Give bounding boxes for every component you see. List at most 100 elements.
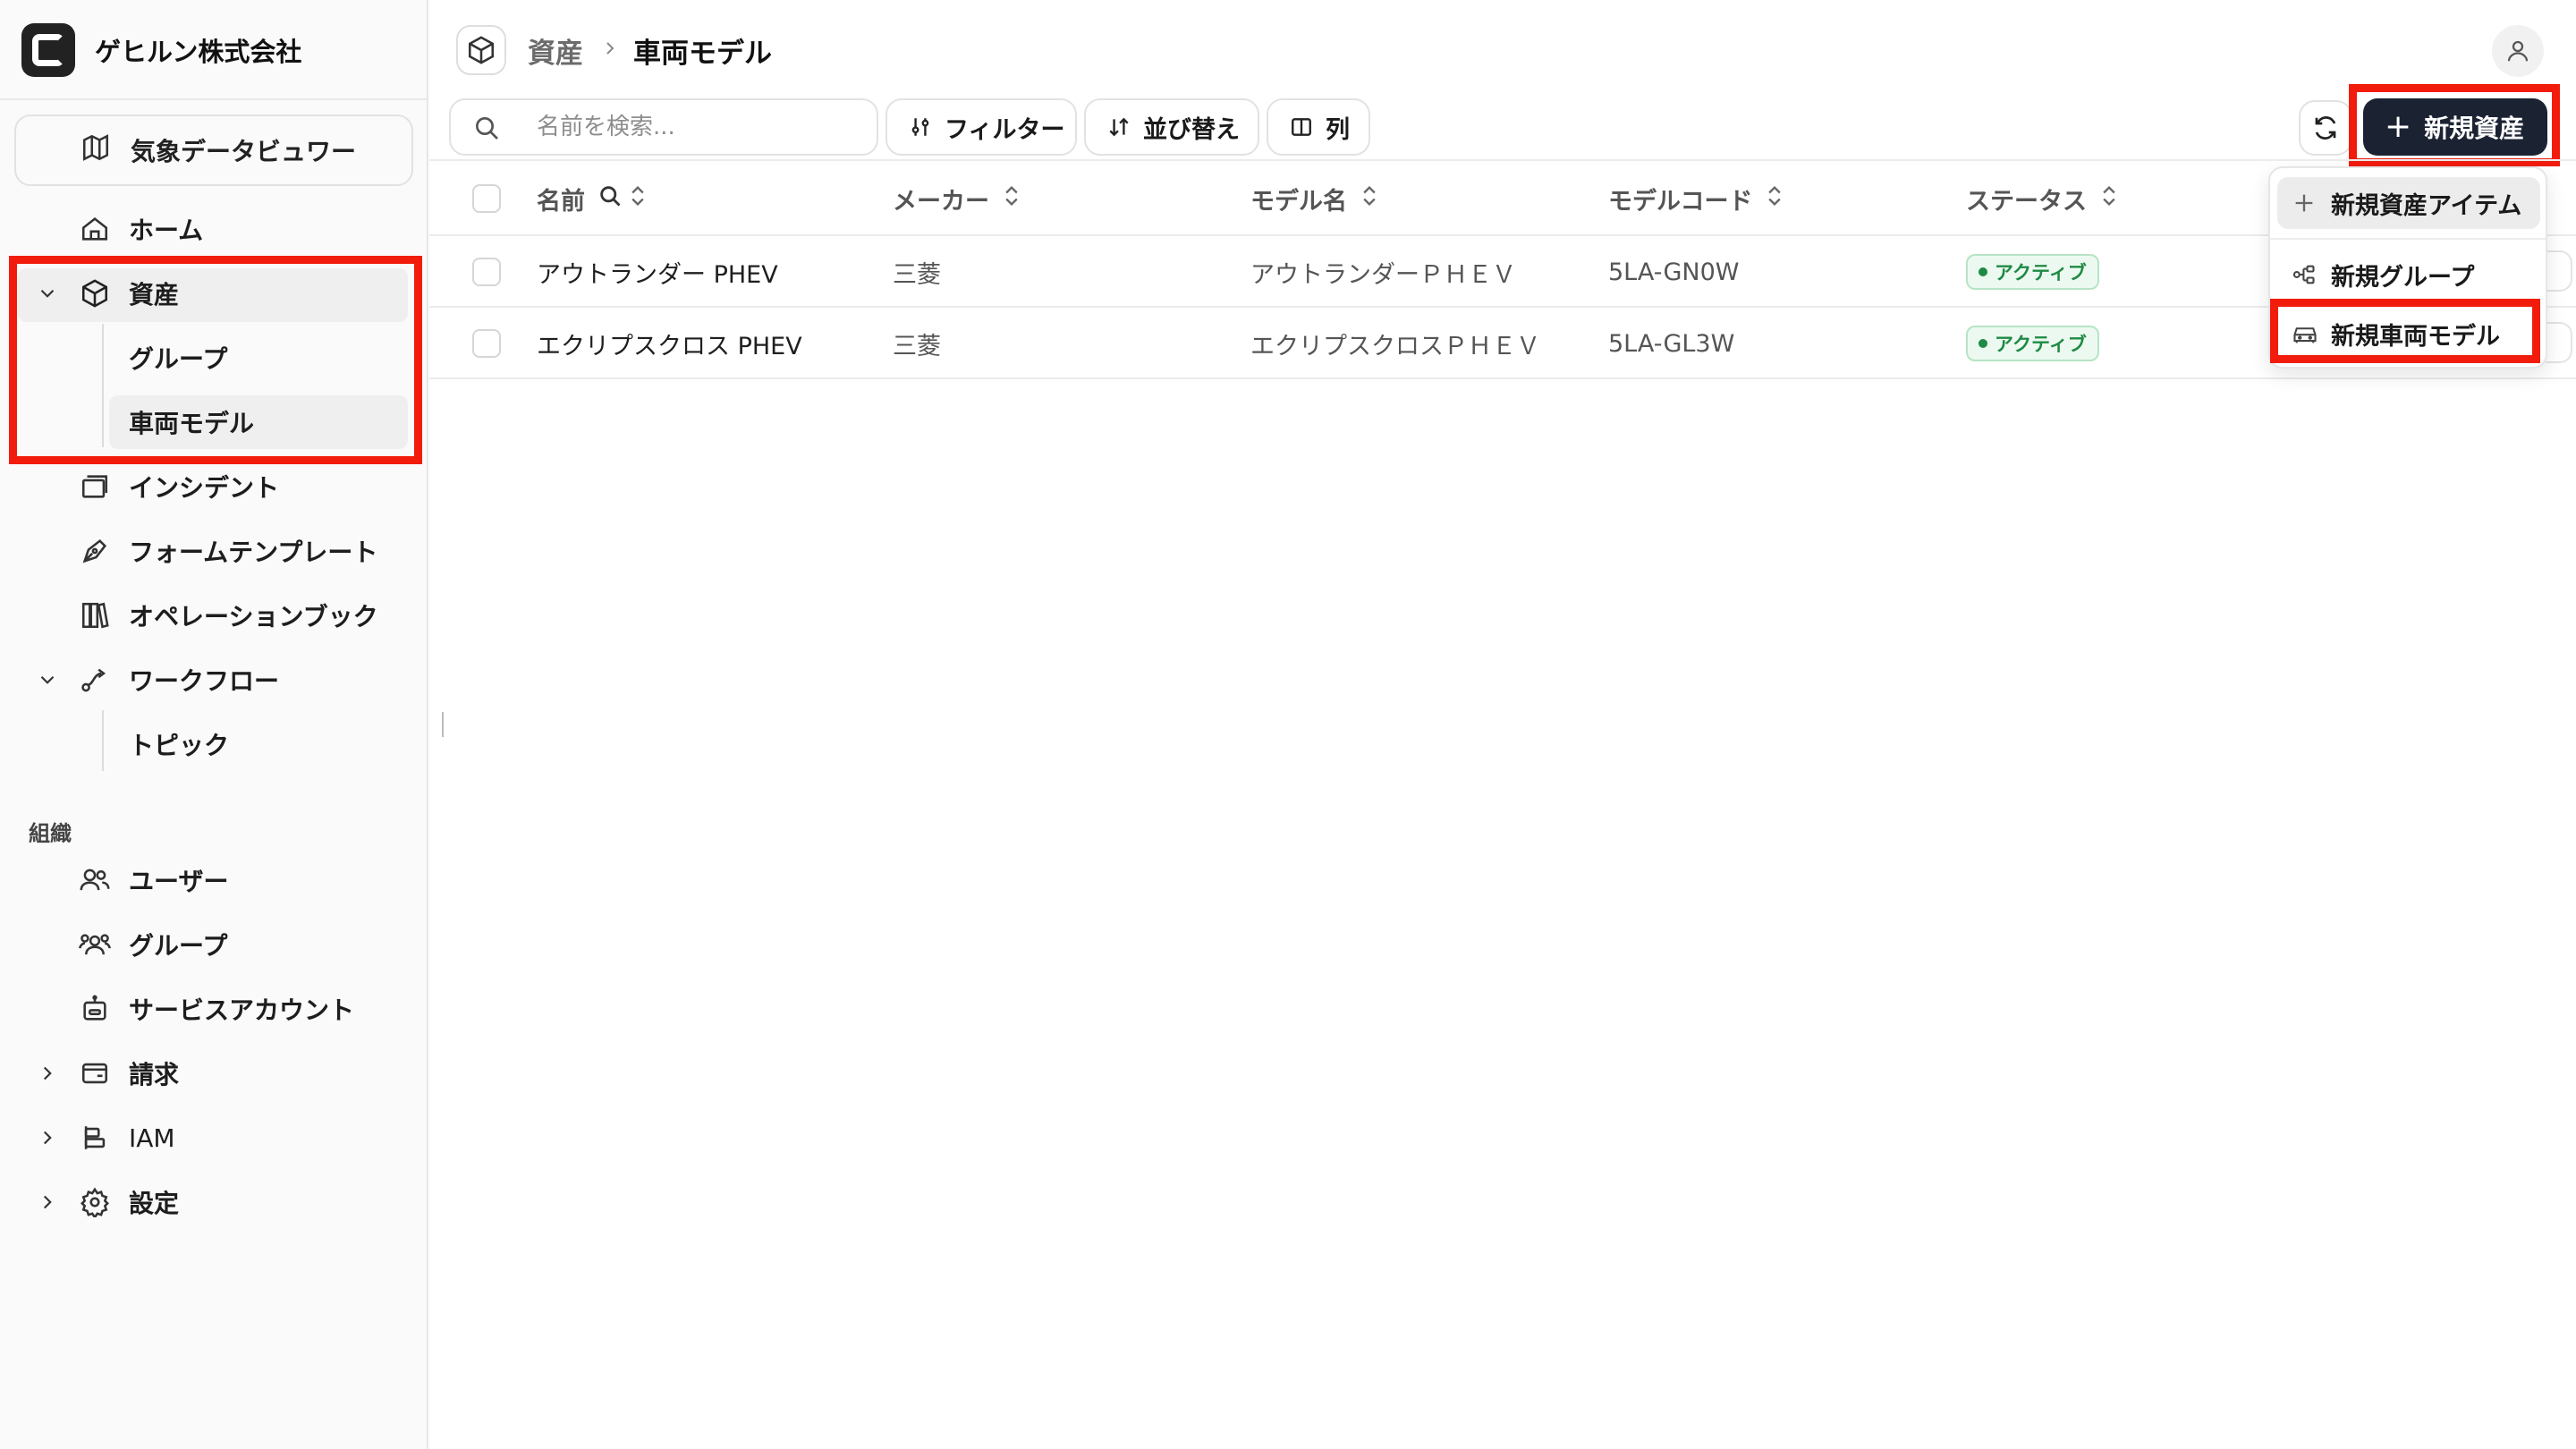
divider xyxy=(0,98,428,100)
gear-icon xyxy=(79,1186,111,1218)
org-logo-icon xyxy=(21,23,75,77)
sidebar-item-label: 設定 xyxy=(129,1189,180,1218)
weather-viewer-button[interactable]: 気象データビュワー xyxy=(14,114,413,186)
org-name: ゲヒルン株式会社 xyxy=(95,37,302,67)
sort-toggle-icon[interactable] xyxy=(1360,183,1379,215)
sidebar-item-groups[interactable]: グループ xyxy=(0,331,428,385)
chevron-right-icon[interactable] xyxy=(34,1189,61,1216)
cube-icon xyxy=(79,277,111,309)
sidebar-item-form-templates[interactable]: フォームテンプレート xyxy=(0,524,428,578)
refresh-icon xyxy=(2315,116,2336,140)
plus-icon xyxy=(2292,191,2317,216)
text-cursor xyxy=(442,712,444,737)
sidebar-item-label: オペレーションブック xyxy=(129,602,378,631)
user-icon xyxy=(2507,40,2529,62)
sort-toggle-icon[interactable] xyxy=(2099,183,2119,215)
sidebar-item-users[interactable]: ユーザー xyxy=(0,853,428,907)
menu-item-label: 新規資産アイテム xyxy=(2331,191,2522,220)
sort-toggle-icon[interactable] xyxy=(1765,183,1784,215)
org-switcher[interactable]: ゲヒルン株式会社 xyxy=(21,21,301,79)
status-label: アクティブ xyxy=(1995,262,2087,284)
cell-model-code: 5LA-GL3W xyxy=(1608,329,1735,358)
sidebar-item-label: IAM xyxy=(129,1123,175,1153)
sidebar-item-billing[interactable]: 請求 xyxy=(0,1046,428,1100)
column-header-label: モデル名 xyxy=(1250,187,1347,216)
select-all-checkbox[interactable] xyxy=(472,184,501,213)
home-icon xyxy=(79,213,111,245)
column-header-status[interactable]: ステータス xyxy=(1966,179,2119,218)
sort-toggle-icon[interactable] xyxy=(1002,183,1021,215)
incident-icon xyxy=(79,470,111,503)
filter-button[interactable]: フィルター xyxy=(886,98,1077,156)
section-label-org: 組織 xyxy=(29,821,72,846)
breadcrumb-parent[interactable]: 資産 xyxy=(528,30,583,71)
menu-item-new-asset-item[interactable]: 新規資産アイテム xyxy=(2277,177,2540,229)
cell-name[interactable]: エクリプスクロス PHEV xyxy=(537,324,802,363)
menu-item-label: 新規グループ xyxy=(2331,263,2475,292)
menu-item-new-vehicle-model[interactable]: 新規車両モデル xyxy=(2277,308,2540,360)
column-header-label: 名前 xyxy=(537,187,585,216)
sort-button[interactable]: 並び替え xyxy=(1084,98,1259,156)
sidebar-item-settings[interactable]: 設定 xyxy=(0,1175,428,1229)
search-icon[interactable] xyxy=(597,183,623,215)
sidebar-item-label: ワークフロー xyxy=(129,666,280,696)
sidebar-item-label: フォームテンプレート xyxy=(129,538,378,567)
wallet-icon xyxy=(79,1057,111,1089)
menu-item-label: 新規車両モデル xyxy=(2331,322,2500,351)
new-asset-menu: 新規資産アイテム 新規グループ 新規車両モデル xyxy=(2268,166,2547,369)
columns-icon xyxy=(1290,115,1313,139)
sidebar-item-org-groups[interactable]: グループ xyxy=(0,918,428,971)
columns-button[interactable]: 列 xyxy=(1267,98,1370,156)
row-checkbox[interactable] xyxy=(472,258,501,286)
sidebar-item-label: グループ xyxy=(129,344,228,374)
columns-label: 列 xyxy=(1326,115,1350,144)
avatar[interactable] xyxy=(2492,25,2544,77)
sidebar-item-workflows[interactable]: ワークフロー xyxy=(0,653,428,707)
sort-toggle-icon[interactable] xyxy=(628,183,648,215)
sidebar-item-iam[interactable]: IAM xyxy=(0,1111,428,1165)
sidebar-item-operation-books[interactable]: オペレーションブック xyxy=(0,589,428,642)
sidebar-item-label: ホーム xyxy=(129,216,204,245)
column-header-model-name[interactable]: モデル名 xyxy=(1250,179,1379,218)
plus-icon: + xyxy=(2385,108,2412,145)
chevron-down-icon[interactable] xyxy=(34,280,61,307)
search-field[interactable] xyxy=(449,98,878,156)
sidebar-item-home[interactable]: ホーム xyxy=(0,202,428,256)
column-header-model-code[interactable]: モデルコード xyxy=(1608,179,1784,218)
sidebar-item-label: トピック xyxy=(129,731,230,760)
sidebar-item-topics[interactable]: トピック xyxy=(0,717,428,771)
row-checkbox[interactable] xyxy=(472,329,501,358)
cell-model-name: アウトランダーＰＨＥＶ xyxy=(1250,260,1516,289)
column-header-name[interactable]: 名前 xyxy=(537,179,648,218)
cell-maker: 三菱 xyxy=(893,332,941,360)
column-header-maker[interactable]: メーカー xyxy=(893,179,1021,218)
cell-name[interactable]: アウトランダー PHEV xyxy=(537,252,778,292)
sidebar-item-label: グループ xyxy=(129,931,228,961)
row-actions-button[interactable] xyxy=(2546,322,2572,363)
divider xyxy=(429,306,2576,308)
sidebar-item-incidents[interactable]: インシデント xyxy=(0,460,428,513)
search-input[interactable] xyxy=(537,107,859,147)
refresh-button[interactable] xyxy=(2299,100,2352,156)
status-dot-icon xyxy=(1979,339,1987,348)
chevron-down-icon[interactable] xyxy=(34,666,61,693)
chevron-right-icon[interactable] xyxy=(34,1124,61,1151)
status-dot-icon xyxy=(1979,267,1987,276)
sidebar-item-vehicle-models[interactable]: 車両モデル xyxy=(0,395,428,449)
sidebar-item-label: 車両モデル xyxy=(129,409,255,438)
breadcrumb: 資産 車両モデル xyxy=(456,25,772,75)
filter-icon xyxy=(909,115,932,139)
sidebar-item-service-accounts[interactable]: サービスアカウント xyxy=(0,982,428,1036)
sidebar: ゲヒルン株式会社 気象データビュワー ホーム 資産 グループ 車両モデル インシ… xyxy=(0,0,428,1449)
status-label: アクティブ xyxy=(1995,334,2087,355)
row-actions-button[interactable] xyxy=(2546,250,2572,292)
column-header-label: メーカー xyxy=(893,187,989,216)
menu-item-new-group[interactable]: 新規グループ xyxy=(2277,249,2540,301)
chevron-right-icon[interactable] xyxy=(34,1060,61,1087)
divider xyxy=(429,234,2576,236)
group-icon xyxy=(79,928,111,961)
cell-maker: 三菱 xyxy=(893,260,941,289)
new-asset-button[interactable]: + 新規資産 xyxy=(2363,98,2547,156)
sidebar-item-assets[interactable]: 資産 xyxy=(0,267,428,320)
page-title: 車両モデル xyxy=(633,37,772,70)
